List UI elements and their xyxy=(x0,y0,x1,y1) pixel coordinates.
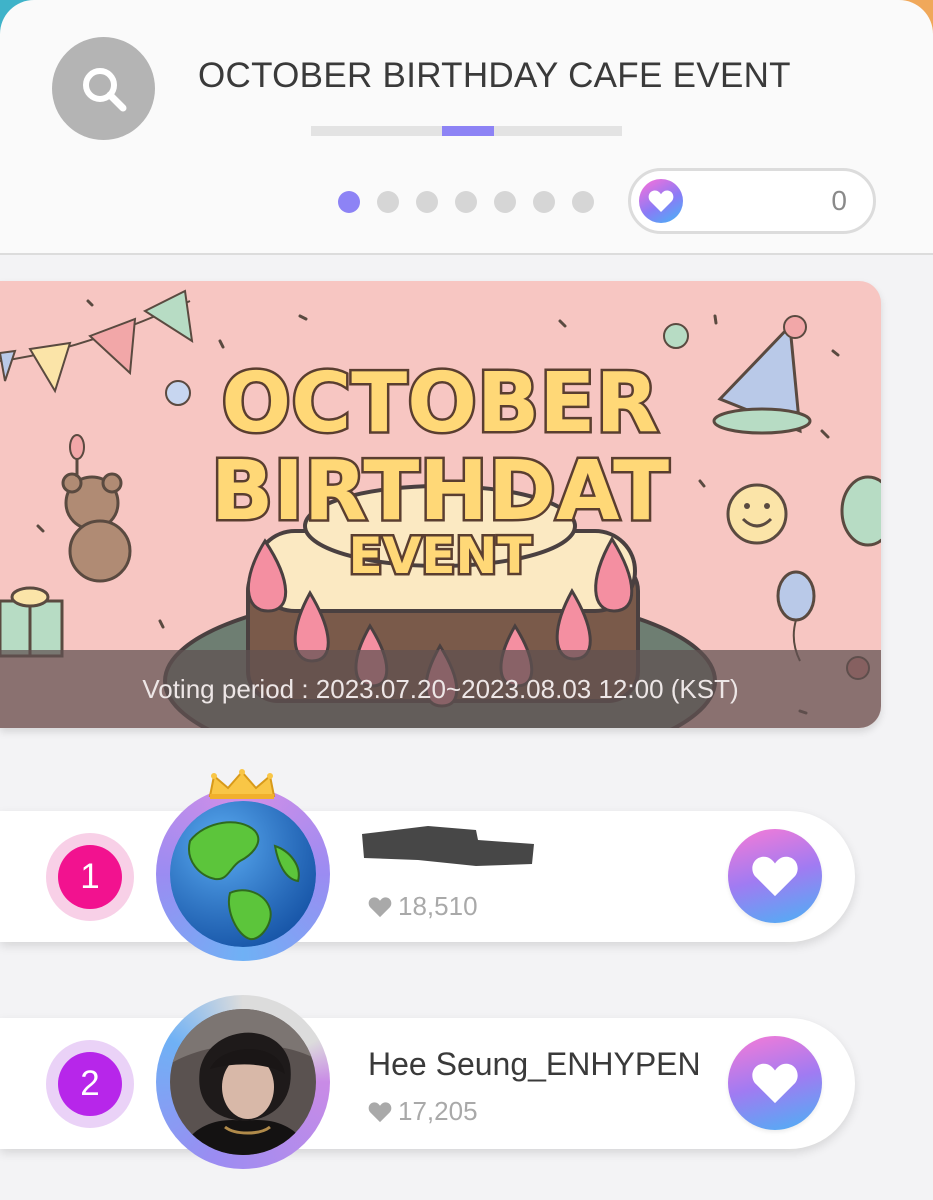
event-banner[interactable]: OCTOBER BIRTHDAT EVENT Voting period : 2… xyxy=(0,281,881,728)
page-dot[interactable] xyxy=(533,191,555,213)
crown-icon xyxy=(206,768,278,805)
portrait-avatar xyxy=(170,1009,316,1155)
rank-badge: 2 xyxy=(46,1040,134,1128)
ranking-card-2[interactable]: 2 Hee Seung_ENHYPEN 17,205 xyxy=(0,1018,855,1149)
small-heart-icon xyxy=(368,1101,392,1122)
page-dot[interactable] xyxy=(338,191,360,213)
avatar-ring-2[interactable] xyxy=(156,995,330,1169)
vote-heart-button[interactable] xyxy=(728,1036,822,1130)
vote-count-value: 18,510 xyxy=(398,891,478,921)
page-dot[interactable] xyxy=(572,191,594,213)
progress-bar xyxy=(311,126,622,136)
page-dot[interactable] xyxy=(416,191,438,213)
heart-icon xyxy=(752,856,798,897)
avatar-ring-1[interactable] xyxy=(156,787,330,961)
small-heart-icon xyxy=(368,896,392,917)
page-title: OCTOBER BIRTHDAY CAFE EVENT xyxy=(198,56,791,95)
heart-count: 0 xyxy=(831,185,847,216)
vote-count: 17,205 xyxy=(368,1096,478,1127)
page-dot[interactable] xyxy=(377,191,399,213)
banner-title-line1: OCTOBER xyxy=(221,356,658,451)
rank-badge: 1 xyxy=(46,833,134,921)
page-indicator xyxy=(338,191,594,213)
heart-icon xyxy=(639,179,683,223)
progress-fill xyxy=(442,126,494,136)
rank-number: 2 xyxy=(58,1052,122,1116)
heart-icon xyxy=(752,1063,798,1104)
page-dot[interactable] xyxy=(455,191,477,213)
header-panel: OCTOBER BIRTHDAY CAFE EVENT 0 xyxy=(0,0,933,255)
vote-heart-button[interactable] xyxy=(728,829,822,923)
voting-period-text: Voting period : 2023.07.20~2023.08.03 12… xyxy=(142,673,739,704)
redacted-name-blur xyxy=(358,820,536,870)
vote-count: 18,510 xyxy=(368,891,478,922)
banner-title-line2: BIRTHDAT xyxy=(211,444,669,539)
banner-title-line3: EVENT xyxy=(349,527,532,585)
candidate-name: Hee Seung_ENHYPEN xyxy=(368,1046,701,1082)
voting-period-bar: Voting period : 2023.07.20~2023.08.03 12… xyxy=(0,650,881,728)
search-icon xyxy=(82,67,126,111)
page-dot[interactable] xyxy=(494,191,516,213)
search-button[interactable] xyxy=(52,37,155,140)
earth-avatar xyxy=(170,801,316,947)
vote-count-value: 17,205 xyxy=(398,1096,478,1126)
rank-number: 1 xyxy=(58,845,122,909)
heart-balance[interactable]: 0 xyxy=(628,168,876,234)
